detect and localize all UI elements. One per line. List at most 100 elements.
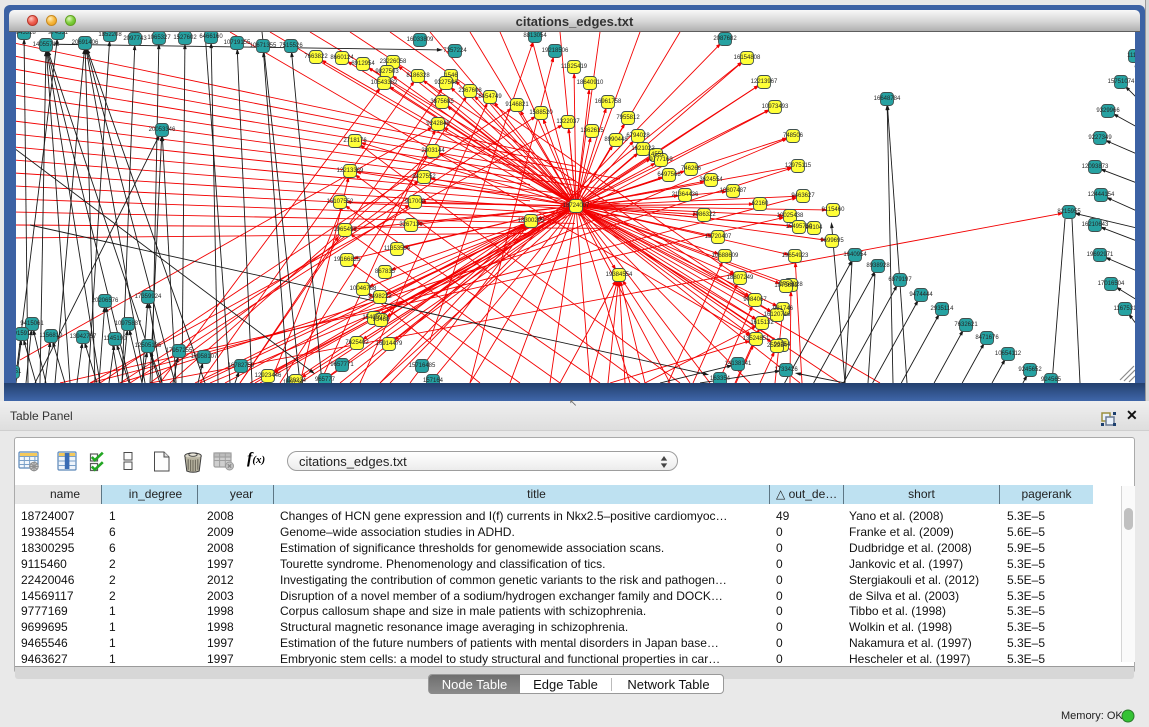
svg-text:1615132: 1615132 (750, 320, 774, 326)
svg-text:157164: 157164 (423, 378, 444, 383)
svg-text:14138141: 14138141 (725, 361, 752, 367)
svg-text:9415061: 9415061 (20, 321, 44, 327)
svg-text:9827503: 9827503 (375, 69, 399, 75)
svg-text:15751074: 15751074 (1108, 79, 1135, 85)
svg-text:7357224: 7357224 (443, 48, 467, 54)
svg-text:12213369: 12213369 (337, 168, 364, 174)
svg-text:2803144: 2803144 (421, 148, 445, 154)
svg-text:18724007: 18724007 (563, 203, 590, 209)
svg-text:8813054: 8813054 (523, 33, 547, 39)
svg-text:8471676: 8471676 (975, 335, 999, 341)
svg-text:18300295: 18300295 (518, 218, 545, 224)
svg-text:8498222: 8498222 (368, 294, 392, 300)
svg-text:748506: 748506 (783, 133, 804, 139)
svg-text:163354: 163354 (710, 376, 731, 382)
svg-text:7632621: 7632621 (954, 322, 978, 328)
svg-text:1362615: 1362615 (580, 128, 604, 134)
svg-text:9474444: 9474444 (909, 292, 933, 298)
svg-text:7515526: 7515526 (279, 43, 303, 49)
svg-text:6879197: 6879197 (888, 277, 912, 283)
svg-text:2097743: 2097743 (123, 36, 147, 42)
svg-text:252254: 252254 (767, 343, 788, 349)
svg-text:1527602: 1527602 (173, 35, 197, 41)
svg-text:93488: 93488 (373, 317, 390, 323)
svg-text:17957255: 17957255 (166, 348, 193, 354)
svg-text:1156819: 1156819 (40, 333, 64, 339)
svg-text:8186328: 8186328 (406, 73, 430, 79)
svg-text:19692971: 19692971 (1087, 252, 1114, 258)
svg-text:19654923: 19654923 (782, 253, 809, 259)
svg-text:9329966: 9329966 (1096, 108, 1120, 114)
svg-text:917008: 917008 (405, 199, 426, 205)
svg-text:10958107: 10958107 (191, 354, 218, 360)
svg-text:16033809: 16033809 (407, 37, 434, 43)
svg-text:8427552: 8427552 (412, 174, 436, 180)
svg-text:9699695: 9699695 (820, 238, 844, 244)
svg-text:9146821: 9146821 (505, 102, 529, 108)
svg-text:6497568: 6497568 (657, 172, 681, 178)
svg-text:2935114: 2935114 (931, 306, 955, 312)
svg-text:7955812: 7955812 (616, 115, 640, 121)
svg-text:1640954: 1640954 (843, 252, 867, 258)
svg-text:10973493: 10973493 (762, 104, 789, 110)
svg-text:18640910: 18640910 (577, 80, 604, 86)
svg-text:94151: 94151 (16, 369, 22, 375)
svg-text:2043318: 2043318 (16, 32, 36, 36)
svg-text:19166825: 19166825 (334, 257, 361, 263)
svg-text:16120746: 16120746 (764, 312, 791, 318)
svg-text:12923446: 12923446 (255, 373, 282, 379)
svg-text:8938928: 8938928 (866, 263, 890, 269)
svg-text:10543382: 10543382 (371, 80, 398, 86)
svg-text:8990448: 8990448 (604, 137, 628, 143)
svg-text:6466160: 6466160 (199, 34, 223, 40)
svg-text:7663822: 7663822 (304, 54, 328, 60)
svg-text:13524851: 13524851 (743, 336, 770, 342)
svg-text:3875685: 3875685 (430, 99, 454, 105)
svg-text:10654112: 10654112 (995, 351, 1022, 357)
svg-text:10046768: 10046768 (350, 286, 377, 292)
svg-text:10807487: 10807487 (720, 188, 747, 194)
svg-text:16961758: 16961758 (595, 99, 622, 105)
svg-text:20053346: 20053346 (149, 127, 176, 133)
svg-text:10025438: 10025438 (777, 213, 804, 219)
svg-text:62160: 62160 (752, 201, 769, 207)
svg-text:1065327: 1065327 (147, 35, 171, 41)
svg-text:1075692: 1075692 (774, 283, 798, 289)
svg-text:19218506: 19218506 (542, 48, 569, 54)
svg-text:6794028: 6794028 (626, 133, 650, 139)
svg-text:924565: 924565 (1041, 377, 1062, 383)
svg-text:16648784: 16648784 (874, 96, 901, 102)
svg-text:1965498: 1965498 (333, 227, 357, 233)
svg-text:1733426: 1733426 (774, 367, 798, 373)
svg-text:3915912: 3915912 (16, 331, 34, 337)
svg-text:16782759: 16782759 (228, 363, 255, 369)
svg-text:10975887: 10975887 (115, 321, 142, 327)
svg-text:10671355: 10671355 (250, 43, 277, 49)
svg-text:11353594: 11353594 (384, 246, 411, 252)
svg-text:17359924: 17359924 (135, 294, 162, 300)
svg-text:10719155: 10719155 (224, 40, 251, 46)
svg-text:12213967: 12213967 (751, 79, 778, 85)
svg-text:1546: 1546 (444, 73, 458, 79)
svg-text:11325419: 11325419 (561, 64, 588, 70)
svg-text:20206576: 20206576 (92, 298, 119, 304)
svg-text:1322037: 1322037 (556, 119, 580, 125)
svg-text:20691406: 20691406 (72, 40, 99, 46)
svg-text:12093873: 12093873 (1082, 164, 1109, 170)
svg-text:96104: 96104 (806, 225, 823, 231)
svg-text:9777169: 9777169 (649, 157, 673, 163)
svg-text:9463627: 9463627 (791, 193, 815, 199)
svg-text:19384554: 19384554 (606, 272, 633, 278)
svg-text:16210643: 16210643 (1082, 222, 1109, 228)
svg-text:9327508: 9327508 (434, 80, 458, 86)
svg-text:23226058: 23226058 (380, 59, 407, 65)
svg-text:129234: 129234 (286, 378, 307, 383)
svg-text:16107552: 16107552 (327, 199, 354, 205)
svg-text:8454749: 8454749 (478, 94, 502, 100)
svg-text:12975115: 12975115 (785, 163, 812, 169)
svg-text:974531: 974531 (48, 32, 69, 36)
svg-text:1588520: 1588520 (529, 110, 553, 116)
svg-text:16914479: 16914479 (376, 341, 403, 347)
svg-text:7986322: 7986322 (692, 212, 716, 218)
svg-text:1145190: 1145190 (104, 336, 128, 342)
